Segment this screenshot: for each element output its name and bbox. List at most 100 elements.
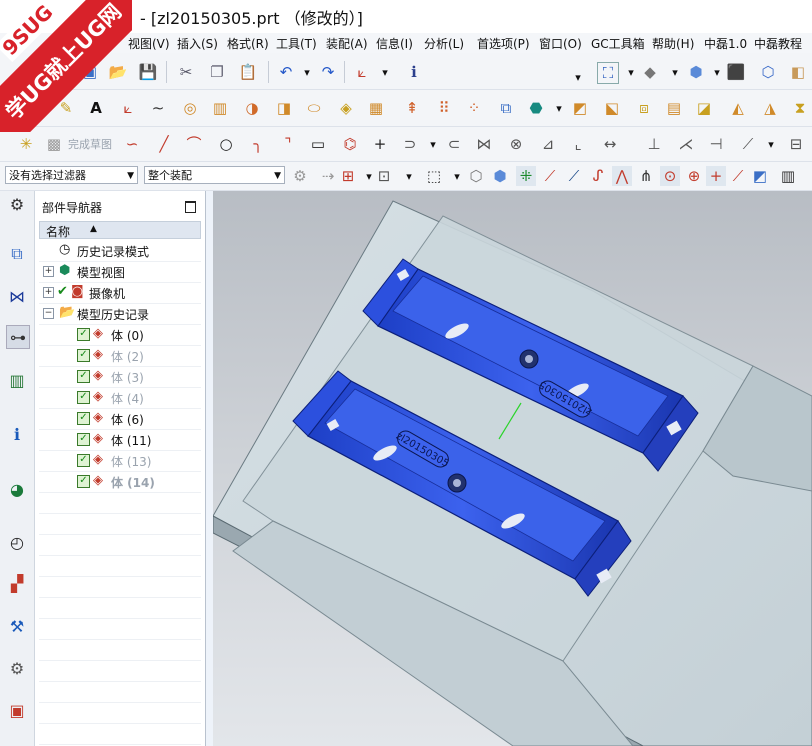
convert-reference-icon[interactable]: ⟋ [738,134,758,154]
paste-icon[interactable]: 📋 [238,62,258,82]
collapse-icon[interactable]: − [43,308,54,319]
snap-control-icon[interactable]: ᔑ [588,166,608,186]
undo-dropdown-icon[interactable]: ▾ [302,62,312,82]
visibility-checkbox[interactable]: ✓ [77,349,90,362]
datum-csys-icon[interactable]: ⟀ [118,98,138,118]
make-corner-icon[interactable]: ⌞ [568,134,588,154]
offset-face-icon[interactable]: ⧈ [634,98,654,118]
rectangle-select-dropdown-icon[interactable]: ▾ [452,166,462,186]
sketch-icon[interactable]: ✎ [56,98,76,118]
draft-icon[interactable]: ◪ [694,98,714,118]
menu-window[interactable]: 窗口(O) [539,35,582,52]
hd3d-tools-icon[interactable]: ℹ [6,423,28,445]
system-materials-icon[interactable]: ▞ [6,572,28,594]
process-studio-icon[interactable]: ⚒ [6,615,28,637]
redo-icon[interactable]: ↷ [318,62,338,82]
block-icon[interactable]: ◨ [274,98,294,118]
expand-icon[interactable]: + [43,287,54,298]
undo-icon[interactable]: ↶ [276,62,296,82]
auto-constraint-icon[interactable]: ⋌ [676,134,696,154]
select-solid-icon[interactable]: ⬡ [466,166,486,186]
unite-icon[interactable]: ⧉ [496,98,516,118]
menu-format[interactable]: 格式(R) [227,35,269,52]
chamfer-icon[interactable]: ◮ [760,98,780,118]
shaded-cube-icon[interactable]: ⬛ [726,62,746,82]
offset-curve-icon[interactable]: ⊃ [400,134,420,154]
tube-icon[interactable]: ◎ [180,98,200,118]
boolean-dropdown-icon[interactable]: ▾ [554,98,564,118]
revolve-icon[interactable]: ◑ [242,98,262,118]
name-column-header[interactable]: 名称 ▲ [39,221,201,239]
web-browser-icon[interactable]: ◕ [6,478,28,500]
rectangle-select-icon[interactable]: ⬚ [424,166,444,186]
menu-preferences[interactable]: 首选项(P) [477,35,530,52]
information-icon[interactable]: ℹ [404,62,424,82]
history-clock-icon[interactable]: ◴ [6,531,28,553]
sketch-task-icon[interactable]: ✳ [16,134,36,154]
select-dropdown-icon[interactable]: ▾ [364,166,374,186]
select-features-icon[interactable]: ⚙ [290,166,310,186]
visibility-checkbox[interactable]: ✓ [77,412,90,425]
toolbar-options-icon[interactable]: ▾ [573,67,583,87]
visibility-checkbox[interactable]: ✓ [77,433,90,446]
graphics-window[interactable]: zl20150305 zl20150305 [213,191,812,746]
orient-view-icon[interactable]: ⬢ [686,62,706,82]
rectangle-icon[interactable]: ▭ [308,134,328,154]
selection-filter-select[interactable]: 没有选择过滤器 ▼ [5,166,138,184]
tree-item-cameras[interactable]: + ✔ ◙ 摄像机 [39,283,201,304]
constraint-navigator-icon[interactable]: ⋈ [6,285,28,307]
boss-icon[interactable]: ◈ [336,98,356,118]
alternate-solution-icon[interactable]: ⊟ [786,134,806,154]
pattern-icon[interactable]: ⠿ [434,98,454,118]
section-view-icon[interactable]: ◧ [788,62,808,82]
menu-information[interactable]: 信息(I) [376,35,413,52]
edge-blend-icon[interactable]: ◭ [728,98,748,118]
subtract-icon[interactable]: ⬣ [526,98,546,118]
tree-item-body[interactable]: ✓ ◈ 体 (14) [39,472,201,493]
part-navigator-icon[interactable]: ⊶ [6,325,30,349]
menu-assembly[interactable]: 装配(A) [326,35,368,52]
menu-view[interactable]: 视图(V) [128,35,170,52]
general-select-icon[interactable]: ⊞ [338,166,358,186]
snap-center-icon[interactable]: ⊙ [660,166,680,186]
snap-all-icon[interactable]: ⁜ [516,166,536,186]
sort-ascending-icon[interactable]: ▲ [90,224,97,234]
tree-item-body[interactable]: ✓ ◈ 体 (6) [39,409,201,430]
select-body-icon[interactable]: ⬢ [490,166,510,186]
tree-item-body[interactable]: ✓ ◈ 体 (2) [39,346,201,367]
menu-gc-toolkit[interactable]: GC工具箱 [591,35,645,52]
pattern-curve-icon[interactable]: ⊂ [444,134,464,154]
tree-item-body[interactable]: ✓ ◈ 体 (11) [39,430,201,451]
snap-on-curve-icon[interactable]: ⟋ [728,166,748,186]
fit-view-icon[interactable]: ⛶ [597,62,619,84]
maximize-icon[interactable] [185,201,196,213]
select-within-dropdown-icon[interactable]: ▾ [404,166,414,186]
snap-existing-point-icon[interactable]: + [706,166,726,186]
wireframe-cube-icon[interactable]: ⬡ [758,62,778,82]
chamfer-sketch-icon[interactable]: ⌝ [278,134,298,154]
wcs-icon[interactable]: ⟀ [352,62,372,82]
menu-help[interactable]: 帮助(H) [652,35,694,52]
visibility-checkbox[interactable]: ✓ [77,391,90,404]
menu-analysis[interactable]: 分析(L) [424,35,464,52]
snap-on-face-icon[interactable]: ◩ [750,166,770,186]
tree-item-body[interactable]: ✓ ◈ 体 (3) [39,367,201,388]
snap-intersection-icon[interactable]: ⋀ [612,166,632,186]
snap-endpoint-icon[interactable]: ⟋ [540,166,560,186]
mirror-icon[interactable]: ⧗ [790,98,810,118]
select-within-icon[interactable]: ⊡ [374,166,394,186]
snap-arc-center-icon[interactable]: ⋔ [636,166,656,186]
snap-midpoint-icon[interactable]: ⟋ [564,166,584,186]
extrude-icon[interactable]: ▥ [210,98,230,118]
cut-icon[interactable]: ✂ [176,62,196,82]
tree-item-body[interactable]: ✓ ◈ 体 (13) [39,451,201,472]
finish-sketch-label[interactable]: 完成草图 [68,136,112,152]
snap-quadrant-icon[interactable]: ⊕ [684,166,704,186]
tree-item-body[interactable]: ✓ ◈ 体 (0) [39,325,201,346]
line-icon[interactable]: ╱ [154,134,174,154]
circle-icon[interactable]: ○ [216,134,236,154]
constraint-icon[interactable]: ⊥ [644,134,664,154]
split-body-icon[interactable]: ⬕ [602,98,622,118]
dimension-icon[interactable]: ↔ [600,134,620,154]
polygon-icon[interactable]: ⌬ [340,134,360,154]
